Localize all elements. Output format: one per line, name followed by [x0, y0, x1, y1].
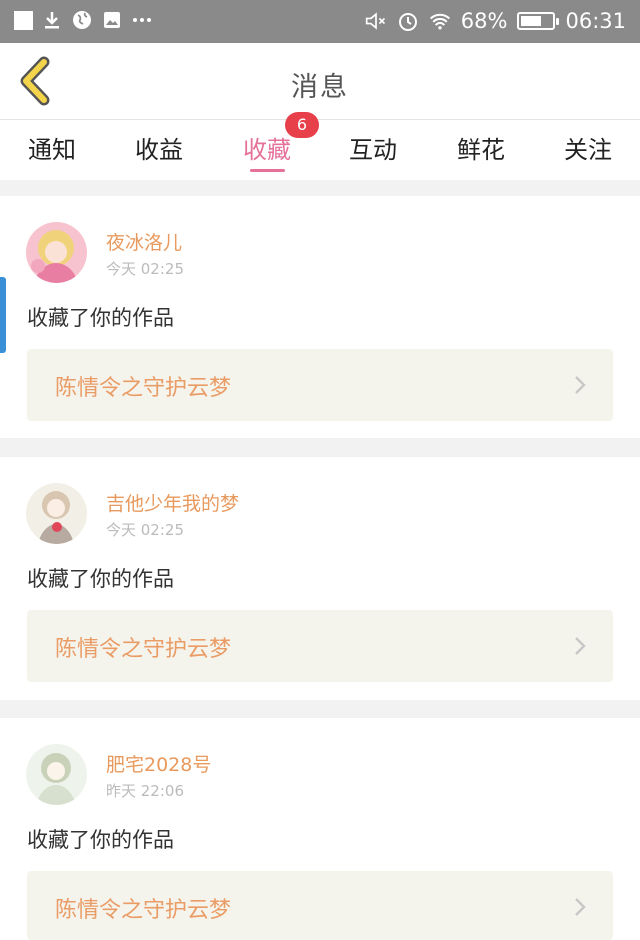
work-link[interactable]: 陈情令之守护云梦 — [27, 871, 613, 940]
avatar[interactable] — [26, 222, 87, 283]
work-title: 陈情令之守护云梦 — [55, 898, 232, 923]
chevron-right-icon — [575, 376, 586, 394]
work-link[interactable]: 陈情令之守护云梦 — [27, 610, 613, 682]
tab-follow[interactable]: 关注 — [538, 130, 638, 165]
page-title: 消息 — [291, 72, 349, 103]
notification-card: 夜冰洛儿 今天 02:25 收藏了你的作品 陈情令之守护云梦 — [0, 196, 640, 438]
tab-interaction[interactable]: 互动 — [323, 130, 423, 165]
timestamp: 今天 02:25 — [106, 260, 184, 278]
download-icon — [41, 9, 63, 31]
mute-icon — [365, 10, 387, 32]
favorites-count-badge: 6 — [285, 112, 319, 138]
action-text: 收藏了你的作品 — [27, 828, 174, 852]
battery-percent: 68% — [460, 9, 508, 33]
status-time: 06:31 — [565, 9, 626, 33]
tab-earnings[interactable]: 收益 — [109, 130, 209, 165]
username[interactable]: 夜冰洛儿 — [106, 228, 182, 255]
timestamp: 今天 02:25 — [106, 521, 184, 539]
avatar[interactable] — [26, 744, 87, 805]
tab-notice[interactable]: 通知 — [2, 130, 102, 165]
active-tab-indicator — [250, 169, 285, 172]
action-text: 收藏了你的作品 — [27, 306, 174, 330]
tab-flowers[interactable]: 鲜花 — [431, 130, 531, 165]
work-title: 陈情令之守护云梦 — [55, 376, 232, 401]
action-text: 收藏了你的作品 — [27, 567, 174, 591]
notification-card: 吉他少年我的梦 今天 02:25 收藏了你的作品 陈情令之守护云梦 — [0, 457, 640, 700]
battery-icon — [517, 12, 560, 30]
scroll-indicator — [0, 277, 6, 353]
tab-bar: 通知 收益 收藏 互动 鲜花 关注 — [0, 119, 640, 180]
work-title: 陈情令之守护云梦 — [55, 637, 232, 662]
status-bar: 68% 06:31 — [0, 0, 640, 43]
work-link[interactable]: 陈情令之守护云梦 — [27, 349, 613, 421]
alarm-icon — [397, 10, 419, 32]
globe-icon — [71, 9, 93, 31]
more-dots-icon — [131, 9, 153, 31]
username[interactable]: 肥宅2028号 — [106, 750, 211, 777]
chevron-right-icon — [575, 637, 586, 655]
title-bar: 消息 — [0, 43, 640, 119]
wifi-icon — [429, 10, 451, 32]
image-icon — [101, 9, 123, 31]
chevron-right-icon — [575, 898, 586, 916]
avatar[interactable] — [26, 483, 87, 544]
notification-card: 肥宅2028号 昨天 22:06 收藏了你的作品 陈情令之守护云梦 — [0, 718, 640, 940]
username[interactable]: 吉他少年我的梦 — [106, 489, 239, 516]
timestamp: 昨天 22:06 — [106, 782, 184, 800]
notification-square-icon — [14, 10, 33, 30]
